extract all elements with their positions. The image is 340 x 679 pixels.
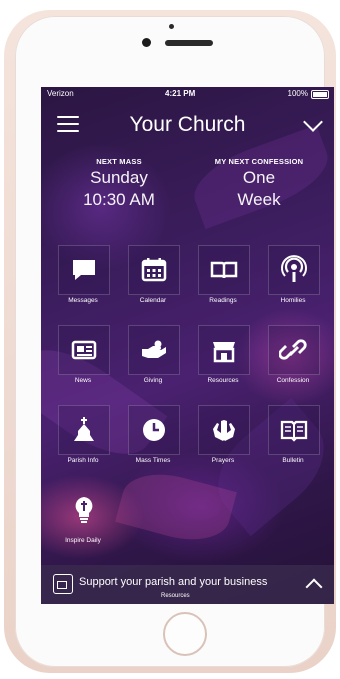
status-bar: Verizon 4:21 PM 100% [41, 87, 334, 101]
tile-box [128, 325, 180, 375]
tile-label: Confession [276, 377, 310, 384]
tile-label: Messages [68, 297, 98, 304]
carrier-label: Verizon [47, 89, 74, 98]
tile-box [198, 325, 250, 375]
tile-homilies[interactable]: Homilies [263, 245, 323, 315]
app-screen: Verizon 4:21 PM 100% Your Church NEXT MA… [41, 87, 334, 604]
front-camera [142, 38, 151, 47]
tile-news[interactable]: News [53, 325, 113, 395]
tile-label: Resources [207, 377, 239, 384]
chevron-up-icon[interactable] [305, 578, 323, 596]
tile-parish-info[interactable]: Parish Info [53, 405, 113, 475]
tile-inspire-daily[interactable]: Inspire Daily [53, 485, 113, 555]
chain-icon [279, 339, 307, 360]
tile-label: Calendar [139, 297, 167, 304]
tile-box [268, 405, 320, 455]
tile-box [198, 245, 250, 295]
sensor-dot [169, 24, 174, 29]
next-confession-label: MY NEXT CONFESSION [214, 157, 304, 166]
tile-bulletin[interactable]: Bulletin [263, 405, 323, 475]
tile-label: Prayers [211, 457, 235, 464]
tile-box [58, 325, 110, 375]
tile-box [268, 245, 320, 295]
message-icon [73, 260, 95, 280]
tile-box [268, 325, 320, 375]
store-icon [213, 342, 235, 363]
next-confession-count: One [242, 168, 276, 187]
tile-confession[interactable]: Confession [263, 325, 323, 395]
tile-label: Bulletin [282, 457, 304, 464]
church-icon [74, 417, 94, 441]
tile-label: Homilies [280, 297, 306, 304]
podcast-icon [281, 255, 307, 282]
tile-box [58, 485, 110, 535]
next-mass-day: Sunday [90, 168, 148, 187]
home-button[interactable] [163, 612, 207, 656]
tile-box [128, 405, 180, 455]
tile-label: Parish Info [67, 457, 99, 464]
tile-box [58, 245, 110, 295]
tile-box [198, 405, 250, 455]
tile-label: Inspire Daily [65, 537, 101, 544]
next-confession-panel[interactable]: MY NEXT CONFESSION One Week [189, 157, 329, 210]
calendar-icon [141, 258, 167, 282]
tile-box [128, 245, 180, 295]
tile-mass-times[interactable]: Mass Times [123, 405, 183, 475]
tile-label: Giving [143, 377, 163, 384]
next-mass-label: NEXT MASS [96, 157, 142, 166]
next-mass-time: 10:30 AM [83, 190, 155, 209]
lightbulb-cross-icon [75, 497, 93, 523]
clock-label: 4:21 PM [165, 89, 196, 98]
book-icon [210, 261, 238, 279]
tile-label: Mass Times [135, 457, 171, 464]
app-header: Your Church [41, 105, 334, 143]
tile-box [58, 405, 110, 455]
battery-icon [311, 90, 329, 99]
clock-icon [143, 419, 165, 441]
store-icon [53, 574, 73, 594]
praying-hands-icon [213, 420, 235, 441]
battery-percent: 100% [287, 89, 308, 98]
tile-label: Readings [209, 297, 237, 304]
tile-label: News [74, 377, 92, 384]
tile-giving[interactable]: Giving [123, 325, 183, 395]
promo-text: Support your parish and your business [79, 576, 268, 588]
bottom-promo-bar[interactable]: Support your parish and your business Re… [41, 565, 334, 604]
speaker-grille [165, 40, 213, 46]
giving-icon [142, 340, 166, 358]
tile-readings[interactable]: Readings [193, 245, 253, 315]
promo-sub-label: Resources [161, 593, 190, 599]
next-confession-unit: Week [237, 190, 281, 209]
tile-resources[interactable]: Resources [193, 325, 253, 395]
next-mass-panel[interactable]: NEXT MASS Sunday 10:30 AM [49, 157, 189, 210]
tile-prayers[interactable]: Prayers [193, 405, 253, 475]
tile-calendar[interactable]: Calendar [123, 245, 183, 315]
bulletin-icon [280, 420, 308, 442]
tile-messages[interactable]: Messages [53, 245, 113, 315]
newspaper-icon [71, 340, 97, 360]
page-title: Your Church [129, 113, 246, 136]
